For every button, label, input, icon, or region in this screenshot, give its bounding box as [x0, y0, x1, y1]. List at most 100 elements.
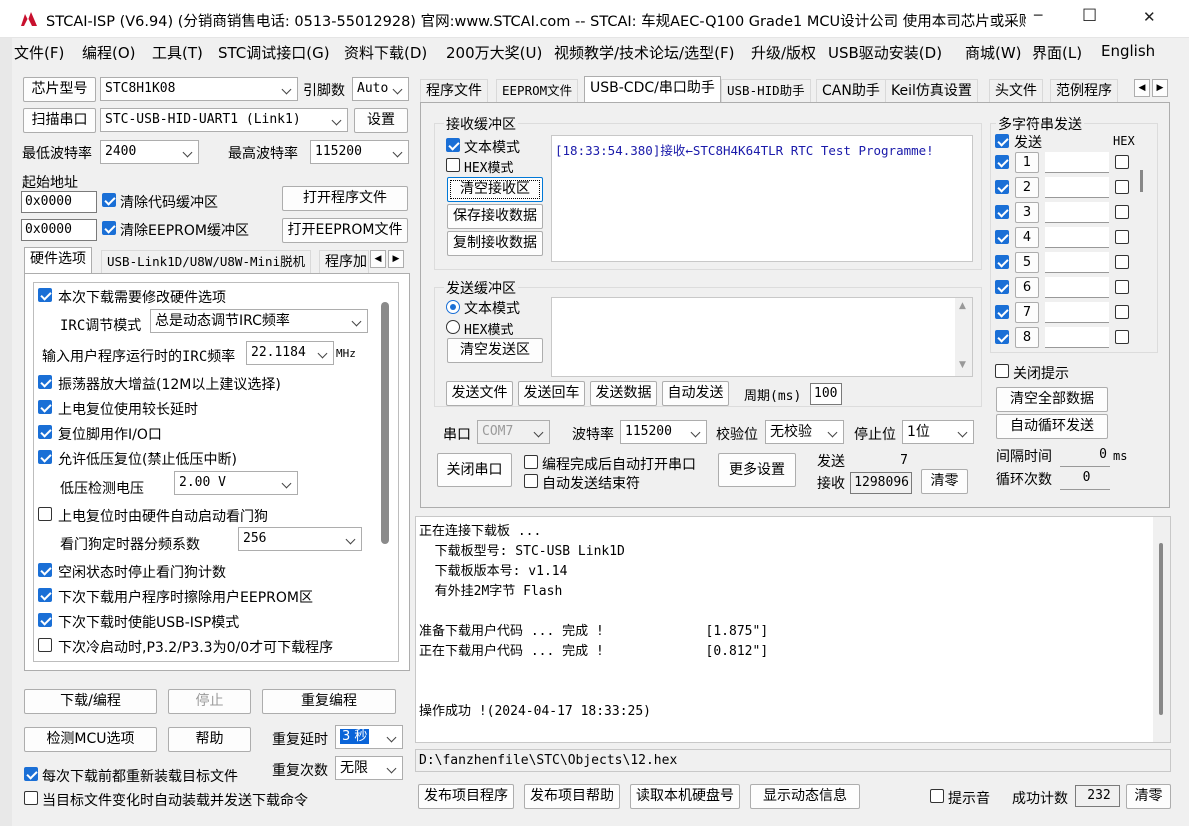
clear-code-checkbox[interactable] [102, 193, 116, 207]
repeat-program-button[interactable]: 重复编程 [262, 689, 396, 714]
usb-isp-checkbox[interactable] [38, 613, 52, 627]
multi-row-6-hex-checkbox[interactable] [1115, 280, 1129, 294]
auto-loop-send-button[interactable]: 自动循环发送 [996, 414, 1108, 439]
multi-row-1-input[interactable] [1045, 152, 1109, 173]
auto-end-char-checkbox[interactable] [524, 474, 538, 488]
reset-pin-io-checkbox[interactable] [38, 425, 52, 439]
right-tab-5[interactable]: Keil仿真设置 [885, 79, 978, 103]
send-text-mode-radio[interactable] [446, 300, 460, 314]
multi-row-1-send-button[interactable]: 1 [1015, 152, 1039, 173]
multi-row-3-checkbox[interactable] [995, 205, 1009, 219]
multi-row-8-input[interactable] [1045, 327, 1109, 348]
multi-row-3-input[interactable] [1045, 202, 1109, 223]
options-scrollbar[interactable] [381, 302, 389, 544]
menu-item-7[interactable]: 升级/版权 [751, 42, 816, 63]
erase-eeprom-checkbox[interactable] [38, 588, 52, 602]
clear-all-data-button[interactable]: 清空全部数据 [996, 387, 1108, 412]
multi-row-2-send-button[interactable]: 2 [1015, 177, 1039, 198]
multi-row-2-input[interactable] [1045, 177, 1109, 198]
recv-hex-mode-checkbox[interactable] [446, 158, 460, 172]
download-program-button[interactable]: 下载/编程 [24, 689, 157, 714]
multi-row-3-send-button[interactable]: 3 [1015, 202, 1039, 223]
maximize-button[interactable]: ☐ [1082, 6, 1097, 26]
copy-receive-button[interactable]: 复制接收数据 [447, 231, 543, 256]
right-tab-2[interactable]: USB-CDC/串口助手 [584, 76, 721, 103]
multi-row-6-input[interactable] [1045, 277, 1109, 298]
parity-select[interactable]: 无校验 [765, 420, 844, 444]
menu-item-8[interactable]: USB驱动安装(D) [828, 42, 942, 63]
multi-row-7-send-button[interactable]: 7 [1015, 302, 1039, 323]
help-button[interactable]: 帮助 [168, 727, 251, 752]
open-eeprom-file-button[interactable]: 打开EEPROM文件 [282, 218, 408, 243]
multi-row-3-hex-checkbox[interactable] [1115, 205, 1129, 219]
menu-item-0[interactable]: 文件(F) [14, 42, 64, 63]
code-start-addr-input[interactable]: 0x0000 [21, 191, 97, 213]
menu-item-11[interactable]: English [1101, 42, 1155, 60]
com-port-select[interactable]: COM7 [477, 420, 550, 444]
multi-row-6-send-button[interactable]: 6 [1015, 277, 1039, 298]
detect-mcu-button[interactable]: 检测MCU选项 [24, 727, 157, 752]
auto-open-port-checkbox[interactable] [524, 455, 538, 469]
tab-scroll-right-icon[interactable]: ▶ [388, 250, 404, 268]
read-disk-id-button[interactable]: 读取本机硬盘号 [630, 784, 740, 809]
right-tab-4[interactable]: CAN助手 [816, 79, 886, 103]
multi-row-6-checkbox[interactable] [995, 280, 1009, 294]
multi-row-8-hex-checkbox[interactable] [1115, 330, 1129, 344]
period-input[interactable]: 100 [810, 383, 842, 405]
beep-checkbox[interactable] [930, 789, 944, 803]
idle-stop-wdt-checkbox[interactable] [38, 563, 52, 577]
send-textarea[interactable]: ▲ ▼ [551, 297, 973, 377]
clear-receive-button[interactable]: 清空接收区 [447, 177, 543, 202]
multi-row-1-checkbox[interactable] [995, 155, 1009, 169]
multi-row-2-checkbox[interactable] [995, 180, 1009, 194]
multi-row-4-send-button[interactable]: 4 [1015, 227, 1039, 248]
multi-row-7-hex-checkbox[interactable] [1115, 305, 1129, 319]
save-receive-button[interactable]: 保存接收数据 [447, 204, 543, 229]
stopbits-select[interactable]: 1位 [902, 420, 974, 444]
minimize-button[interactable]: ─ [1034, 8, 1042, 24]
wdt-prescale-select[interactable]: 256 [238, 527, 362, 551]
clear-counts-button[interactable]: 清零 [921, 469, 968, 494]
clear-send-button[interactable]: 清空发送区 [447, 338, 543, 363]
hw-watchdog-checkbox[interactable] [38, 507, 52, 521]
chip-type-button[interactable]: 芯片型号 [23, 77, 96, 102]
low-voltage-reset-checkbox[interactable] [38, 450, 52, 464]
menu-item-1[interactable]: 编程(O) [82, 42, 136, 63]
menu-item-4[interactable]: 资料下载(D) [344, 42, 427, 63]
loop-count-input[interactable]: 0 [1060, 468, 1110, 490]
port-select[interactable]: STC-USB-HID-UART1 (Link1) [100, 108, 348, 132]
multi-row-8-send-button[interactable]: 8 [1015, 327, 1039, 348]
multi-row-4-checkbox[interactable] [995, 230, 1009, 244]
tab-hardware-options[interactable]: 硬件选项 [24, 247, 92, 274]
max-baud-select[interactable]: 115200 [310, 140, 409, 164]
baud-select[interactable]: 115200 [620, 420, 707, 444]
publish-program-button[interactable]: 发布项目程序 [418, 784, 514, 809]
menu-item-3[interactable]: STC调试接口(G) [218, 42, 330, 63]
tab-usb-link1d-offline[interactable]: USB-Link1D/U8W/U8W-Mini脱机 [101, 250, 312, 274]
close-port-button[interactable]: 关闭串口 [437, 453, 512, 487]
send-crlf-button[interactable]: 发送回车 [518, 381, 585, 406]
right-tab-3[interactable]: USB-HID助手 [721, 79, 811, 103]
auto-send-on-change-checkbox[interactable] [24, 791, 38, 805]
cold-boot-checkbox[interactable] [38, 638, 52, 652]
menu-item-10[interactable]: 界面(L) [1032, 42, 1082, 63]
auto-send-button[interactable]: 自动发送 [662, 381, 729, 406]
menu-item-9[interactable]: 商城(W) [965, 42, 1022, 63]
multi-row-5-hex-checkbox[interactable] [1115, 255, 1129, 269]
menu-item-2[interactable]: 工具(T) [152, 42, 203, 63]
menu-item-5[interactable]: 200万大奖(U) [446, 42, 542, 63]
multi-row-8-checkbox[interactable] [995, 330, 1009, 344]
send-file-button[interactable]: 发送文件 [446, 381, 513, 406]
scroll-up-icon[interactable]: ▲ [959, 301, 966, 311]
send-scrollbar[interactable]: ▲ ▼ [955, 298, 972, 376]
clear-eeprom-checkbox[interactable] [102, 221, 116, 235]
right-tab-1[interactable]: EEPROM文件 [496, 79, 579, 103]
stop-button[interactable]: 停止 [168, 689, 251, 714]
open-program-file-button[interactable]: 打开程序文件 [282, 186, 408, 211]
lvd-select[interactable]: 2.00 V [174, 471, 298, 495]
right-tab-scroll-left-icon[interactable]: ◀ [1134, 79, 1150, 97]
log-scroll-thumb[interactable] [1159, 543, 1163, 715]
multi-row-2-hex-checkbox[interactable] [1115, 180, 1129, 194]
multi-send-scrollbar[interactable] [1140, 170, 1143, 192]
clear-success-button[interactable]: 清零 [1126, 784, 1171, 809]
